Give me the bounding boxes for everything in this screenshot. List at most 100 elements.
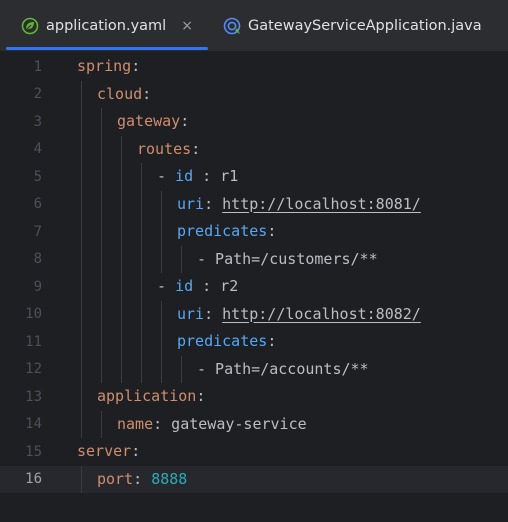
yaml-text: : — [267, 332, 277, 350]
yaml-key: id — [175, 277, 194, 295]
code-line[interactable]: 2 cloud: — [0, 80, 508, 108]
code-line[interactable]: 16 port: 8888 — [0, 465, 508, 493]
indent-guide — [181, 245, 182, 273]
code-line[interactable]: 10 uri: http://localhost:8082/ — [0, 300, 508, 328]
code-line[interactable]: 5 - id : r1 — [0, 163, 508, 191]
indent-guide — [121, 300, 122, 328]
yaml-key: predicates — [177, 222, 268, 240]
indent-guide — [81, 108, 82, 136]
indent-guide — [101, 108, 102, 136]
indent-guide — [101, 300, 102, 328]
code-text: predicates: — [52, 218, 276, 246]
code-text: - Path=/accounts/** — [52, 355, 369, 383]
indent-guide — [121, 163, 122, 191]
yaml-key: spring — [77, 57, 132, 75]
indent-guide — [81, 190, 82, 218]
indent-guide — [101, 410, 102, 438]
code-text: - Path=/customers/** — [52, 245, 378, 273]
indent-guide — [161, 218, 162, 246]
indent-guide — [81, 218, 82, 246]
indent-guide — [81, 135, 82, 163]
code-line[interactable]: 3 gateway: — [0, 108, 508, 136]
code-text: - id : r1 — [52, 163, 238, 191]
indent-guide — [81, 245, 82, 273]
indent-guide — [81, 273, 82, 301]
code-line[interactable]: 11 predicates: — [0, 328, 508, 356]
spring-leaf-icon — [20, 16, 40, 36]
yaml-key: routes — [137, 139, 192, 158]
code-text: cloud: — [52, 80, 151, 108]
yaml-text: : — [196, 387, 206, 405]
code-line[interactable]: 15 server: — [0, 438, 508, 466]
code-line[interactable]: 6 uri: http://localhost:8081/ — [0, 190, 508, 218]
indent-guide — [161, 245, 162, 273]
indent-guide — [81, 355, 82, 383]
line-number: 6 — [33, 196, 42, 213]
indent-guide — [121, 355, 122, 383]
code-text: gateway: — [52, 108, 189, 136]
indent-guide — [121, 218, 122, 246]
yaml-key: port — [97, 469, 134, 488]
code-text: server: — [52, 438, 140, 466]
line-number: 11 — [25, 333, 42, 350]
line-number: 14 — [25, 416, 42, 433]
code-line[interactable]: 7 predicates: — [0, 218, 508, 246]
code-line[interactable]: 4 routes: — [0, 135, 508, 163]
yaml-key: predicates — [177, 332, 268, 350]
yaml-key: server — [77, 442, 132, 460]
indent-guide — [121, 190, 122, 218]
yaml-key: gateway — [117, 112, 181, 130]
indent-guide — [81, 300, 82, 328]
yaml-text: : gateway-service — [153, 414, 307, 433]
code-line[interactable]: 14 name: gateway-service — [0, 410, 508, 438]
editor-tab-bar: application.yaml × GatewayServiceApplica… — [0, 0, 508, 52]
indent-guide — [141, 355, 142, 383]
yaml-text: : — [204, 304, 223, 323]
code-text: name: gateway-service — [52, 410, 307, 438]
indent-guide — [141, 163, 142, 191]
code-text: - id : r2 — [52, 273, 238, 301]
indent-guide — [101, 218, 102, 246]
indent-guide — [141, 300, 142, 328]
indent-guide — [121, 273, 122, 301]
indent-guide — [101, 355, 102, 383]
code-text: port: 8888 — [52, 465, 187, 493]
code-line[interactable]: 1 spring: — [0, 53, 508, 81]
line-number: 5 — [33, 168, 42, 185]
yaml-text: : — [267, 222, 277, 240]
yaml-key: application — [97, 387, 197, 405]
yaml-key: uri — [177, 304, 205, 323]
close-icon[interactable]: × — [181, 18, 193, 34]
code-line[interactable]: 12 - Path=/accounts/** — [0, 355, 508, 383]
indent-guide — [121, 135, 122, 163]
yaml-key: cloud — [97, 84, 143, 103]
yaml-key: uri — [177, 194, 205, 213]
code-line[interactable]: 13 application: — [0, 383, 508, 411]
indent-guide — [121, 328, 122, 356]
line-number: 16 — [25, 471, 42, 488]
code-text: routes: — [52, 135, 200, 163]
yaml-text: : — [133, 469, 152, 488]
indent-guide — [81, 80, 82, 108]
indent-guide — [161, 190, 162, 218]
yaml-text: - — [157, 167, 176, 185]
uri-link[interactable]: http://localhost:8081/ — [222, 195, 421, 213]
indent-guide — [181, 355, 182, 383]
tab-gateway-service-application-java[interactable]: GatewayServiceApplication.java — [222, 0, 482, 52]
tab-application-yaml[interactable]: application.yaml × — [0, 0, 208, 52]
indent-guide — [101, 328, 102, 356]
indent-guide — [101, 163, 102, 191]
indent-guide — [81, 383, 82, 411]
indent-guide — [101, 273, 102, 301]
code-line[interactable]: 9 - id : r2 — [0, 273, 508, 301]
yaml-text: : — [180, 112, 190, 130]
indent-guide — [161, 300, 162, 328]
line-number: 1 — [33, 58, 42, 75]
code-line[interactable]: 8 - Path=/customers/** — [0, 245, 508, 273]
line-number: 8 — [33, 251, 42, 268]
code-text: predicates: — [52, 328, 276, 356]
line-number: 10 — [25, 306, 42, 323]
uri-link[interactable]: http://localhost:8082/ — [222, 305, 421, 323]
yaml-key: id — [175, 167, 194, 185]
code-editor[interactable]: 1 spring: 2 cloud: 3 gateway: 4 routes: 5 - id : … — [0, 52, 508, 522]
